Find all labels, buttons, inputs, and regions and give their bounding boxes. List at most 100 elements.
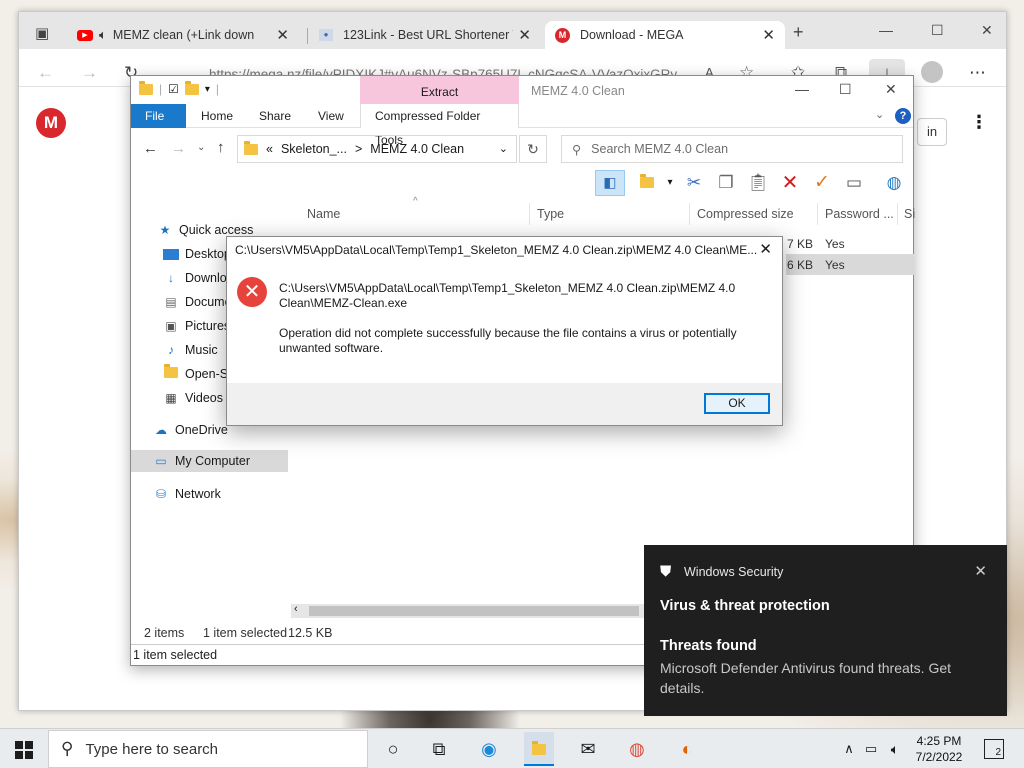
column-type[interactable]: Type — [537, 207, 564, 221]
column-size[interactable]: Si — [904, 207, 915, 221]
taskbar: ⚲ Type here to search ○ ⧉ ◉ ✉ ◍ ◐ ∧ ▭ 🔈︎… — [0, 728, 1024, 768]
documents-icon: ▤ — [165, 295, 177, 309]
toast-app-name: Windows Security — [684, 565, 784, 579]
new-folder-icon[interactable] — [184, 80, 199, 95]
tab-title: MEMZ clean (+Link downlo... — [112, 28, 255, 42]
breadcrumb[interactable]: « Skeleton_... > MEMZ 4.0 Clean ⌄ — [237, 135, 517, 163]
toast-body[interactable]: Microsoft Defender Antivirus found threa… — [660, 658, 990, 698]
new-folder-icon[interactable] — [636, 172, 658, 194]
taskbar-search[interactable]: ⚲ Type here to search — [48, 730, 368, 768]
row2-password[interactable]: Yes — [825, 258, 845, 272]
qat-dropdown-icon[interactable]: ▾ — [205, 84, 210, 95]
clock-time: 4:25 PM — [916, 734, 962, 748]
tab-actions-icon[interactable]: ▣ — [35, 24, 49, 42]
close-tab-icon[interactable]: ✕ — [276, 26, 289, 44]
back-icon[interactable]: ← — [143, 140, 158, 157]
edge-icon[interactable]: ◉ — [476, 737, 502, 761]
preview-pane-icon[interactable]: ◧ — [595, 170, 625, 196]
ok-button[interactable]: OK — [704, 393, 770, 414]
copy-icon[interactable]: ❐ — [715, 172, 737, 194]
refresh-icon[interactable]: ↻ — [519, 135, 547, 163]
search-input[interactable]: ⚲ Search MEMZ 4.0 Clean — [561, 135, 903, 163]
row1-compressed-size[interactable]: 7 KB — [787, 237, 813, 251]
tab-123link[interactable]: ● 123Link - Best URL Shortener To... ✕ — [309, 21, 541, 49]
address-dropdown-icon[interactable]: ⌄ — [499, 142, 508, 155]
checkmark-icon[interactable]: ✓ — [811, 172, 833, 194]
firefox-icon[interactable]: ◐ — [674, 737, 700, 761]
scroll-left-icon[interactable]: ‹ — [294, 603, 298, 615]
close-window-icon[interactable]: ✕ — [981, 22, 993, 39]
forward-icon[interactable]: → — [171, 140, 186, 157]
dialog-title: C:\Users\VM5\AppData\Local\Temp\Temp1_Sk… — [235, 243, 757, 257]
tab-share[interactable]: Share — [245, 104, 305, 128]
close-dialog-icon[interactable]: ✕ — [759, 240, 772, 258]
mail-icon[interactable]: ✉ — [575, 737, 601, 761]
selection-count: 1 item selected — [203, 626, 288, 640]
paste-icon[interactable]: 📋︎ — [747, 172, 769, 194]
breadcrumb-parent[interactable]: Skeleton_... — [281, 142, 347, 156]
back-icon[interactable]: ← — [37, 63, 54, 83]
desktop-icon — [163, 248, 179, 260]
delete-icon[interactable]: ✕ — [779, 172, 801, 194]
breadcrumb-separator[interactable]: > — [355, 142, 362, 156]
tab-view[interactable]: View — [304, 104, 358, 128]
scrollbar-thumb[interactable] — [309, 606, 639, 616]
notification-center-icon[interactable]: 2 — [984, 739, 1004, 759]
column-password[interactable]: Password ... — [825, 207, 894, 221]
task-view-icon[interactable]: ⧉ — [426, 737, 452, 761]
file-explorer-taskbar-icon[interactable] — [524, 732, 554, 766]
chrome-icon[interactable]: ◍ — [624, 737, 650, 761]
new-tab-icon[interactable]: + — [793, 22, 804, 43]
nav-my-computer[interactable]: ▭ My Computer — [131, 450, 288, 472]
close-window-icon[interactable]: ✕ — [885, 81, 897, 98]
extract-context-tab[interactable]: Extract — [360, 76, 519, 104]
cortana-icon[interactable]: ○ — [380, 737, 406, 761]
mega-logo[interactable]: M — [36, 108, 66, 138]
breadcrumb-overflow[interactable]: « — [266, 142, 273, 156]
globe-icon[interactable]: ◍ — [883, 172, 905, 194]
minimize-icon[interactable]: — — [879, 22, 893, 38]
help-icon[interactable]: ? — [895, 108, 911, 124]
network-status-icon[interactable]: ▭ — [858, 737, 884, 761]
volume-icon[interactable]: 🔈︎ — [882, 737, 908, 761]
nav-network[interactable]: ⛁ Network — [153, 483, 310, 505]
breadcrumb-current[interactable]: MEMZ 4.0 Clean — [370, 142, 464, 156]
ribbon-expand-icon[interactable]: ⌄ — [875, 108, 884, 121]
column-compressed-size[interactable]: Compressed size — [697, 207, 794, 221]
search-icon: ⚲ — [61, 739, 74, 758]
tab-title: 123Link - Best URL Shortener To... — [343, 28, 513, 42]
close-tab-icon[interactable]: ✕ — [518, 26, 531, 44]
row2-compressed-size[interactable]: 6 KB — [787, 258, 813, 272]
folder-icon — [244, 140, 258, 155]
videos-icon: ▦ — [165, 391, 177, 405]
start-button[interactable] — [15, 741, 33, 759]
toast-subheading: Threats found — [660, 638, 757, 654]
explorer-toolbar: ◧ ▾ ✂ ❐ 📋︎ ✕ ✓ ▭ ◍ — [131, 168, 913, 198]
tab-file[interactable]: File — [131, 104, 186, 128]
minimize-icon[interactable]: — — [795, 81, 809, 97]
close-notification-icon[interactable]: ✕ — [974, 562, 987, 580]
tab-memz-youtube[interactable]: ▶ 🔈︎ MEMZ clean (+Link downlo... ✕ — [67, 21, 299, 49]
maximize-icon[interactable]: ☐ — [839, 81, 852, 98]
profile-avatar[interactable] — [921, 61, 943, 83]
sign-in-button[interactable]: in — [917, 118, 947, 146]
more-icon[interactable]: ⋯ — [969, 63, 986, 83]
tab-home[interactable]: Home — [187, 104, 247, 128]
close-tab-icon[interactable]: ✕ — [762, 26, 775, 44]
clock[interactable]: 4:25 PM 7/2/2022 — [910, 733, 968, 765]
windows-security-notification[interactable]: ⛊ Windows Security ✕ Virus & threat prot… — [644, 545, 1007, 716]
cut-icon[interactable]: ✂ — [683, 172, 705, 194]
properties-icon[interactable]: ☑ — [168, 82, 179, 96]
tab-compressed-folder-tools[interactable]: Compressed Folder Tools — [360, 104, 519, 147]
dropdown-icon[interactable]: ▾ — [659, 172, 681, 194]
forward-icon[interactable]: → — [81, 63, 98, 83]
up-icon[interactable]: ↑ — [217, 139, 225, 156]
tab-mega[interactable]: M Download - MEGA ✕ — [545, 21, 785, 49]
page-menu-icon[interactable]: ⋮ — [970, 112, 988, 133]
horizontal-scrollbar[interactable]: ‹ — [291, 603, 651, 618]
maximize-icon[interactable]: ☐ — [931, 22, 944, 39]
recent-locations-icon[interactable]: ⌄ — [197, 142, 205, 153]
row1-password[interactable]: Yes — [825, 237, 845, 251]
speaker-icon[interactable]: 🔈︎ — [99, 27, 107, 43]
rename-icon[interactable]: ▭ — [843, 172, 865, 194]
